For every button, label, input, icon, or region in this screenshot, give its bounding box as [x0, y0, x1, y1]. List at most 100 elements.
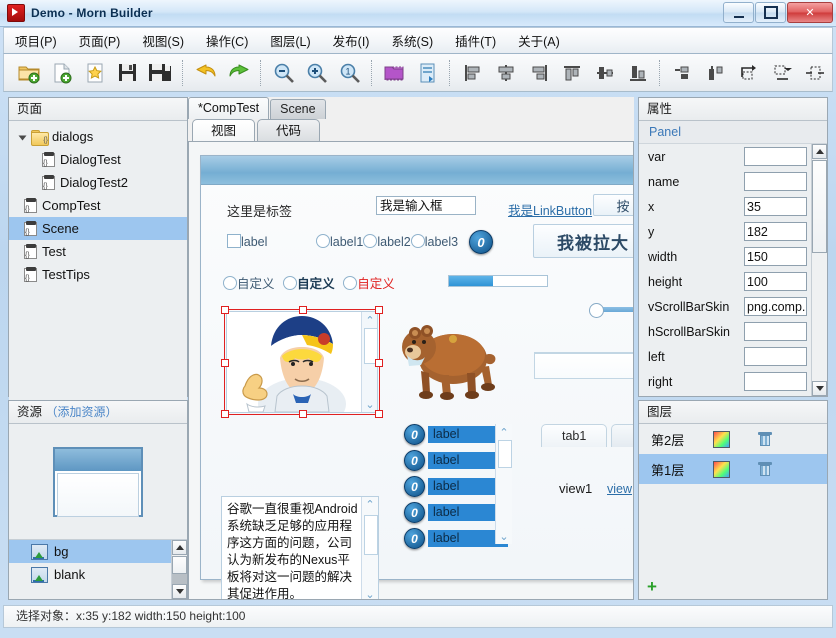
canvas-textinput[interactable]	[534, 353, 633, 379]
list-scrollbar[interactable]: ⌃ ⌄	[495, 424, 512, 544]
scroll-down-icon[interactable]: ⌄	[496, 529, 512, 543]
canvas-textarea[interactable]: 谷歌一直很重视Android系统缺乏足够的应用程序这方面的问题，公司认为新发布的…	[221, 496, 379, 600]
add-layer-button[interactable]: +	[647, 578, 657, 595]
align-left-icon[interactable]	[456, 56, 489, 89]
scroll-down-icon[interactable]	[812, 381, 827, 396]
align-right-icon[interactable]	[522, 56, 555, 89]
layer-color-icon[interactable]	[713, 430, 730, 448]
tree-node-dialogs[interactable]: {} dialogs	[9, 125, 187, 148]
list-item[interactable]: 0 label	[404, 476, 508, 497]
custom-radio-2[interactable]	[283, 276, 298, 290]
radio-3[interactable]	[410, 234, 425, 248]
slider-knob[interactable]	[589, 303, 604, 318]
property-row-left[interactable]: left	[639, 344, 827, 369]
distribute-h-icon[interactable]	[666, 56, 699, 89]
property-row-y[interactable]: y 182	[639, 219, 827, 244]
textarea-scrollbar[interactable]: ⌃ ⌄	[361, 497, 378, 600]
save-all-icon[interactable]	[144, 56, 177, 89]
redo-icon[interactable]	[222, 56, 255, 89]
component-icon[interactable]	[378, 56, 411, 89]
property-row-width[interactable]: width 150	[639, 244, 827, 269]
property-row-right[interactable]: right	[639, 369, 827, 394]
design-canvas[interactable]: 这里是标签 我是输入框 我是LinkButton 按 label label1 l…	[188, 141, 634, 600]
custom-radio-1[interactable]	[223, 276, 237, 290]
size-fit-icon[interactable]	[765, 56, 798, 89]
canvas-checkbox[interactable]: label	[227, 234, 267, 249]
scroll-thumb[interactable]	[812, 160, 827, 253]
minimize-button[interactable]	[723, 2, 754, 23]
zoom-reset-icon[interactable]: 1	[333, 56, 366, 89]
property-value-input[interactable]: 100	[744, 272, 807, 291]
menu-item-about[interactable]: 关于(A)	[507, 27, 571, 54]
close-button[interactable]: ✕	[787, 2, 833, 23]
property-value-input[interactable]	[744, 147, 807, 166]
export-icon[interactable]	[411, 56, 444, 89]
selection-handle[interactable]	[299, 410, 307, 418]
delete-layer-icon[interactable]	[758, 461, 772, 477]
maximize-button[interactable]	[755, 2, 786, 23]
scroll-down-icon[interactable]: ⌄	[362, 588, 378, 600]
canvas-bear-image[interactable]	[393, 311, 503, 406]
tree-node-dialogtest[interactable]: {} DialogTest	[9, 148, 187, 171]
canvas-tab2[interactable]	[610, 424, 633, 447]
tree-node-scene[interactable]: {} Scene	[9, 217, 187, 240]
selection-handle[interactable]	[375, 359, 383, 367]
tab-comptest[interactable]: *CompTest	[188, 97, 270, 119]
layer-row-1[interactable]: 第1层	[639, 454, 827, 484]
scroll-down-icon[interactable]	[172, 584, 187, 599]
canvas-tab1[interactable]: tab1	[541, 424, 608, 447]
list-item[interactable]: 0 label	[404, 528, 508, 549]
canvas-input[interactable]: 我是输入框	[376, 196, 476, 215]
size-match-icon[interactable]	[732, 56, 765, 89]
stretch-icon[interactable]	[798, 56, 831, 89]
checkbox-box[interactable]	[227, 234, 241, 248]
menu-item-project[interactable]: 项目(P)	[4, 27, 68, 54]
selection-handle[interactable]	[299, 306, 307, 314]
selection-box[interactable]	[221, 306, 383, 418]
new-file-icon[interactable]	[45, 56, 78, 89]
canvas-view-link[interactable]: view	[607, 482, 632, 496]
radio-2[interactable]	[363, 234, 378, 248]
tree-node-testtips[interactable]: {} TestTips	[9, 263, 187, 286]
align-center-h-icon[interactable]	[489, 56, 522, 89]
resource-scrollbar[interactable]	[171, 540, 187, 599]
property-row-name[interactable]: name	[639, 169, 827, 194]
align-bottom-icon[interactable]	[621, 56, 654, 89]
property-value-input[interactable]: 150	[744, 247, 807, 266]
custom-radio-3[interactable]	[343, 276, 358, 290]
new-page-icon[interactable]	[78, 56, 111, 89]
property-row-vscrollbarskin[interactable]: vScrollBarSkin png.comp.	[639, 294, 827, 319]
property-value-input[interactable]	[744, 347, 807, 366]
distribute-v-icon[interactable]	[699, 56, 732, 89]
property-value-input[interactable]	[744, 172, 807, 191]
property-row-x[interactable]: x 35	[639, 194, 827, 219]
property-value-input[interactable]: png.comp.	[744, 297, 807, 316]
layer-row-2[interactable]: 第2层	[639, 424, 827, 454]
selection-handle[interactable]	[221, 359, 229, 367]
list-item[interactable]: 0 label	[404, 424, 508, 445]
canvas-top-button[interactable]: 按	[593, 194, 633, 216]
property-value-input[interactable]: 35	[744, 197, 807, 216]
open-project-icon[interactable]	[12, 56, 45, 89]
tree-node-dialogtest2[interactable]: {} DialogTest2	[9, 171, 187, 194]
menu-item-plugin[interactable]: 插件(T)	[444, 27, 507, 54]
align-top-icon[interactable]	[555, 56, 588, 89]
selection-handle[interactable]	[221, 410, 229, 418]
zoom-out-icon[interactable]	[267, 56, 300, 89]
menu-item-system[interactable]: 系统(S)	[380, 27, 444, 54]
layer-color-icon[interactable]	[713, 460, 730, 478]
menu-item-view[interactable]: 视图(S)	[131, 27, 195, 54]
canvas-linkbutton[interactable]: 我是LinkButton	[508, 200, 592, 219]
scroll-thumb[interactable]	[364, 515, 378, 555]
tab-view[interactable]: 视图	[192, 119, 256, 142]
property-row-hscrollbarskin[interactable]: hScrollBarSkin	[639, 319, 827, 344]
property-row-height[interactable]: height 100	[639, 269, 827, 294]
property-row-var[interactable]: var	[639, 144, 827, 169]
scroll-up-icon[interactable]: ⌃	[496, 425, 512, 439]
scroll-up-icon[interactable]	[172, 540, 187, 555]
canvas-big-button[interactable]: 我被拉大	[533, 224, 633, 258]
menu-item-layer[interactable]: 图层(L)	[259, 27, 321, 54]
menu-item-publish[interactable]: 发布(I)	[322, 27, 381, 54]
menu-item-page[interactable]: 页面(P)	[68, 27, 132, 54]
tree-node-test[interactable]: {} Test	[9, 240, 187, 263]
